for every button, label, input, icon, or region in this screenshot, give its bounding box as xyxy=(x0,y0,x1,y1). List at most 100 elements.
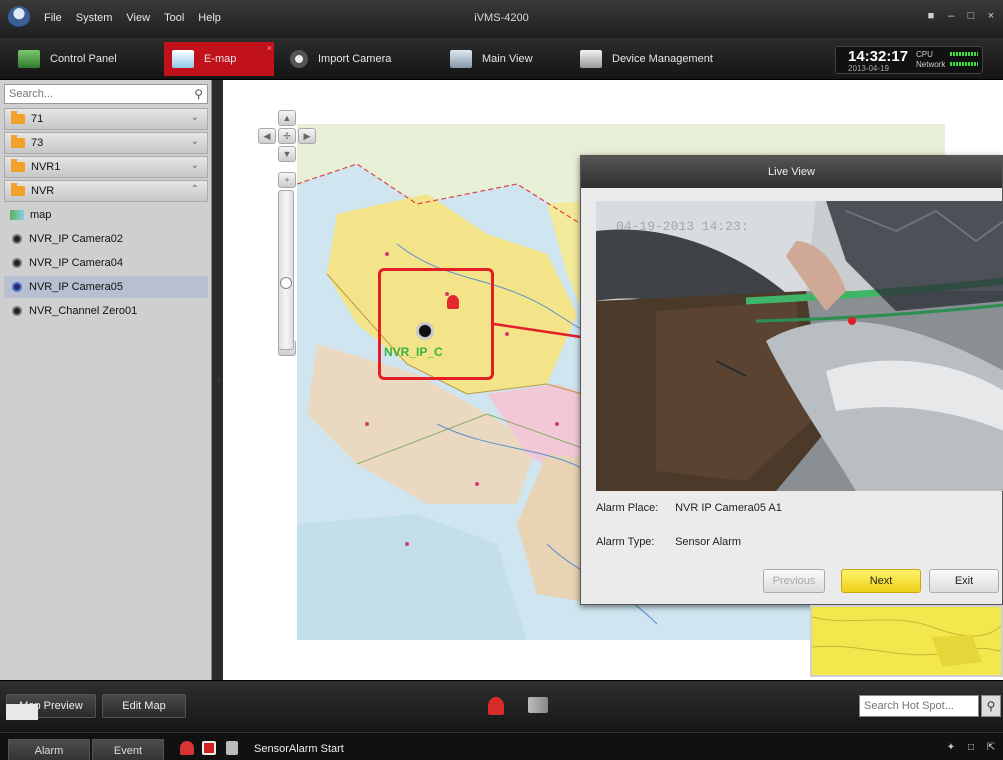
tab-label: Device Management xyxy=(612,53,713,65)
clock-date: 2013-04-19 xyxy=(848,64,889,73)
group-label: NVR1 xyxy=(31,161,61,173)
search-input[interactable] xyxy=(9,85,189,103)
search-icon[interactable]: ⚲ xyxy=(981,695,1001,717)
tree-item-camera02[interactable]: NVR_IP Camera02 xyxy=(4,228,208,250)
tab-event[interactable]: Event xyxy=(92,739,164,760)
hotspot-search-box xyxy=(859,695,979,717)
tab-emap[interactable]: E-map × xyxy=(164,42,274,76)
video-osd-time: 04-19-2013 14:23: xyxy=(616,219,749,234)
pan-left-icon[interactable]: ◀ xyxy=(258,128,276,144)
exit-button[interactable]: Exit xyxy=(929,569,999,593)
camera-icon xyxy=(12,282,22,292)
alarm-type-row: Alarm Type: Sensor Alarm xyxy=(596,536,741,548)
group-label: 71 xyxy=(31,113,44,125)
tree-item-map[interactable]: map xyxy=(4,204,208,226)
chevron-up-icon[interactable]: ⌃ xyxy=(191,184,199,195)
tab-alarm[interactable]: Alarm xyxy=(8,739,90,760)
chevron-down-icon[interactable]: ⌄ xyxy=(191,160,199,171)
alarm-stop-icon[interactable] xyxy=(202,741,216,755)
map-icon xyxy=(10,210,24,220)
menu-view[interactable]: View xyxy=(126,12,150,24)
hotspot-search-input[interactable] xyxy=(864,698,974,714)
clock-panel: 14:32:17 2013-04-19 CPU Network xyxy=(835,46,983,74)
live-video-feed[interactable]: 04-19-2013 14:23: 1172.6.13.1701 xyxy=(596,201,1003,491)
main-view-icon xyxy=(450,50,472,68)
hotspot-map-icon[interactable] xyxy=(528,697,548,713)
pin-icon[interactable]: ✦ xyxy=(944,742,958,754)
close-icon[interactable]: × xyxy=(985,10,997,22)
menu-system[interactable]: System xyxy=(76,12,113,24)
tab-main-view[interactable]: Main View xyxy=(450,42,550,76)
chevron-down-icon[interactable]: ⌄ xyxy=(191,112,199,123)
lock-icon[interactable]: ■ xyxy=(925,10,937,22)
group-73[interactable]: 73 ⌄ xyxy=(4,132,208,154)
maximize-icon[interactable]: □ xyxy=(965,10,977,22)
minimap-graphic xyxy=(812,607,1001,675)
search-icon[interactable]: ⚲ xyxy=(194,87,203,101)
folder-icon xyxy=(11,135,25,148)
folder-icon xyxy=(11,183,25,196)
window-controls: ■ – □ × xyxy=(925,10,997,22)
map-camera-icon[interactable] xyxy=(416,322,434,340)
minimap-preview[interactable] xyxy=(810,605,1003,677)
tree-item-label: map xyxy=(30,209,52,221)
tree-item-label: NVR_Channel Zero01 xyxy=(29,305,138,317)
alarm-type-label: Alarm Type: xyxy=(596,536,655,548)
module-toolbar: Control Panel E-map × Import Camera Main… xyxy=(0,38,1003,80)
tab-control-panel[interactable]: Control Panel xyxy=(18,42,142,76)
device-management-icon xyxy=(580,50,602,68)
group-nvr[interactable]: NVR ⌃ xyxy=(4,180,208,202)
pan-center-icon[interactable]: ✢ xyxy=(278,128,296,144)
zoom-slider-thumb[interactable] xyxy=(280,277,292,289)
tab-import-camera[interactable]: Import Camera xyxy=(290,42,422,76)
pan-up-icon[interactable]: ▲ xyxy=(278,110,296,126)
tree-item-camera04[interactable]: NVR_IP Camera04 xyxy=(4,252,208,274)
tab-label: Import Camera xyxy=(318,53,392,65)
cpu-meter xyxy=(950,52,978,56)
alarm-place-label: Alarm Place: xyxy=(596,502,659,514)
folder-icon xyxy=(11,159,25,172)
pan-right-icon[interactable]: ▶ xyxy=(298,128,316,144)
folder-icon xyxy=(11,111,25,124)
tree-item-channel-zero01[interactable]: NVR_Channel Zero01 xyxy=(4,300,208,322)
status-message: SensorAlarm Start xyxy=(254,743,344,755)
zoom-in-icon[interactable]: + xyxy=(278,172,296,188)
tree-item-label: NVR_IP Camera04 xyxy=(29,257,123,269)
group-label: NVR xyxy=(31,185,55,197)
alarm-output-icon[interactable] xyxy=(488,697,504,715)
tree-item-camera05[interactable]: NVR_IP Camera05 xyxy=(4,276,208,298)
chevron-down-icon[interactable]: ⌄ xyxy=(191,136,199,147)
app-window: File System View Tool Help iVMS-4200 ■ –… xyxy=(0,0,1003,760)
import-camera-icon xyxy=(290,50,308,68)
zoom-slider[interactable] xyxy=(278,190,294,350)
tab-device-management[interactable]: Device Management xyxy=(580,42,740,76)
status-bar: Alarm Event SensorAlarm Start ✦ □ ⇱ xyxy=(0,732,1003,760)
alarm-siren-icon[interactable] xyxy=(180,741,194,755)
tree-item-label: NVR_IP Camera05 xyxy=(29,281,123,293)
cpu-label: CPU xyxy=(916,50,933,59)
minimize-icon[interactable]: – xyxy=(945,10,957,22)
group-71[interactable]: 71 ⌄ xyxy=(4,108,208,130)
tab-close-icon[interactable]: × xyxy=(267,43,272,53)
live-view-title: Live View xyxy=(581,156,1002,188)
edit-map-button[interactable]: Edit Map xyxy=(102,694,186,718)
alarm-bell-icon[interactable] xyxy=(447,295,459,309)
menu-tool[interactable]: Tool xyxy=(164,12,184,24)
tree-item-label: NVR_IP Camera02 xyxy=(29,233,123,245)
previous-button[interactable]: Previous xyxy=(763,569,825,593)
speaker-icon[interactable] xyxy=(226,741,238,755)
menu-file[interactable]: File xyxy=(44,12,62,24)
expand-icon[interactable]: ⇱ xyxy=(984,742,998,754)
resource-sidebar: ⚲ 71 ⌄ 73 ⌄ NVR1 ⌄ NVR ⌃ map NVR_IP xyxy=(0,80,212,680)
splitter-handle[interactable] xyxy=(217,378,221,382)
tab-label: Main View xyxy=(482,53,533,65)
next-button[interactable]: Next xyxy=(841,569,921,593)
map-preview-thumbnail xyxy=(6,704,38,720)
map-bottom-bar: Map Preview Edit Map ⚲ xyxy=(0,680,1003,732)
menu-help[interactable]: Help xyxy=(198,12,221,24)
group-nvr1[interactable]: NVR1 ⌄ xyxy=(4,156,208,178)
group-label: 73 xyxy=(31,137,44,149)
window-icon[interactable]: □ xyxy=(964,742,978,754)
pan-down-icon[interactable]: ▼ xyxy=(278,146,296,162)
alarm-place-row: Alarm Place: NVR IP Camera05 A1 xyxy=(596,502,782,514)
